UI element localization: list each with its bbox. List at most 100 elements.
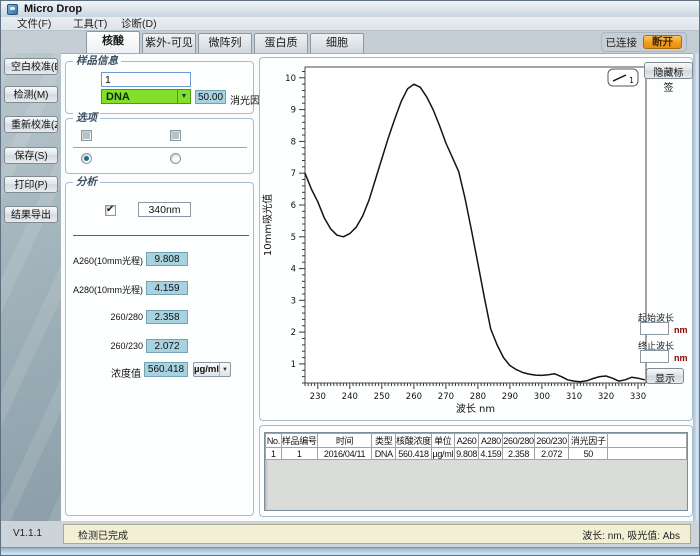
sidebar-button-3[interactable]: 重新校准(Z) [4,116,58,133]
extinction-factor-value: 50.00 [195,90,226,104]
table-header: 核酸浓度 [396,434,432,448]
table-header: 消光因子 [569,434,608,448]
svg-text:280: 280 [470,392,486,402]
menu-item-3[interactable]: 诊断(D) [117,18,161,30]
svg-text:240: 240 [342,392,358,402]
table-header: 时间 [317,434,372,448]
svg-text:1: 1 [291,360,296,370]
option-radio-2[interactable] [170,153,181,164]
tab-strip: 已连接 断开 核酸紫外-可见微阵列蛋白质细胞 [1,31,699,53]
svg-text:7: 7 [291,169,296,179]
svg-text:10mm吸光值: 10mm吸光值 [261,194,274,256]
show-button[interactable]: 显示 [646,368,684,384]
table-header: 样品编号 [281,434,317,448]
svg-text:230: 230 [310,392,326,402]
connection-group: 已连接 断开 [601,32,688,52]
svg-text:9: 9 [291,106,296,116]
svg-text:290: 290 [502,392,518,402]
tab-4[interactable]: 蛋白质 [254,33,308,53]
sample-id-input[interactable] [101,72,191,87]
analysis-row-value: 9.808 [146,252,188,266]
window-bottom-edge [1,547,699,556]
menu-item-2[interactable]: 工具(T) [69,18,111,30]
table-cell: 2.072 [534,448,569,460]
table-row[interactable]: 112016/04/11DNA560.418µg/ml9.8084.1592.3… [266,448,687,460]
sidebar-button-5[interactable]: 打印(P) [4,176,58,193]
svg-text:8: 8 [291,137,296,147]
table-cell: 1 [266,448,282,460]
title-bar: Micro Drop [1,1,699,17]
options-title: 选项 [73,112,100,124]
tab-2[interactable]: 紫外-可见 [142,33,196,53]
analysis-row-label: 260/280 [65,312,143,322]
app-icon [7,4,18,15]
svg-text:310: 310 [566,392,582,402]
analysis-wavelength-input[interactable] [138,202,191,217]
start-nm-unit: nm [674,325,688,335]
svg-text:300: 300 [534,392,550,402]
sidebar-button-1[interactable]: 空白校准(B) [4,58,58,75]
menu-bar: 文件(F) 工具(T) 诊断(D) [1,17,699,31]
svg-text:270: 270 [438,392,454,402]
tab-5[interactable]: 细胞 [310,33,364,53]
table-cell: 4.159 [479,448,503,460]
analysis-wavelength-checkbox[interactable] [105,205,116,216]
table-header: A280 [479,434,503,448]
chevron-down-icon: ▼ [219,363,230,376]
table-header: No. [266,434,282,448]
table-cell: 9.808 [454,448,479,460]
status-message: 检测已完成 [64,527,582,542]
sample-type-dropdown[interactable]: DNA ▼ [101,89,191,104]
table-cell: 2.358 [503,448,534,460]
analysis-row-value: 2.072 [146,339,188,353]
version-label: V1.1.1 [13,528,42,539]
unit-value: µg/ml [194,364,219,375]
table-cell-filler [608,448,687,460]
sidebar-button-4[interactable]: 保存(S) [4,147,58,164]
options-divider [73,147,247,148]
table-cell: 560.418 [396,448,432,460]
analysis-row: A280(10mm光程)4.159 [65,281,255,296]
table-cell: 50 [569,448,608,460]
analysis-row-label: 260/230 [65,341,143,351]
end-wavelength-input[interactable] [640,350,669,363]
sample-type-value: DNA [102,91,177,103]
analysis-row-label: A280(10mm光程) [65,283,143,296]
table-cell: µg/ml [431,448,454,460]
svg-text:6: 6 [291,201,296,211]
sidebar-button-2[interactable]: 检测(M) [4,86,58,103]
analysis-row-label: A260(10mm光程) [65,254,143,267]
table-header: 类型 [372,434,396,448]
hide-labels-button[interactable]: 隐藏标签 [644,62,693,79]
table-cell: DNA [372,448,396,460]
table-header-filler [608,434,687,448]
svg-text:5: 5 [291,233,296,243]
option-checkbox-2[interactable] [170,130,181,141]
start-wavelength-input[interactable] [640,322,669,335]
unit-dropdown[interactable]: µg/ml ▼ [193,362,231,377]
svg-text:10: 10 [285,74,296,84]
menu-item-1[interactable]: 文件(F) [13,18,55,30]
sample-info-group: 样品信息 [65,61,254,114]
svg-text:260: 260 [406,392,422,402]
disconnect-button[interactable]: 断开 [643,35,682,49]
tab-3[interactable]: 微阵列 [198,33,252,53]
sample-info-title: 样品信息 [73,55,121,67]
tab-1[interactable]: 核酸 [86,31,140,53]
svg-text:320: 320 [598,392,614,402]
option-radio-1[interactable] [81,153,92,164]
window-title: Micro Drop [24,3,82,15]
option-checkbox-1[interactable] [81,130,92,141]
table-header: 260/280 [503,434,534,448]
concentration-label: 浓度值 [99,365,141,380]
sidebar-button-6[interactable]: 结果导出 [4,206,58,223]
options-group: 选项 [65,118,254,174]
connection-status: 已连接 [606,35,638,50]
svg-text:1: 1 [629,76,634,85]
results-table[interactable]: No.样品编号时间类型核酸浓度单位A260A280260/280260/230消… [264,432,688,511]
analysis-row-value: 2.358 [146,310,188,324]
status-bar: V1.1.1 检测已完成 波长: nm, 吸光值: Abs [1,521,699,547]
analysis-row: 260/2302.072 [65,339,255,354]
analysis-row: A260(10mm光程)9.808 [65,252,255,267]
chevron-down-icon: ▼ [177,90,190,103]
